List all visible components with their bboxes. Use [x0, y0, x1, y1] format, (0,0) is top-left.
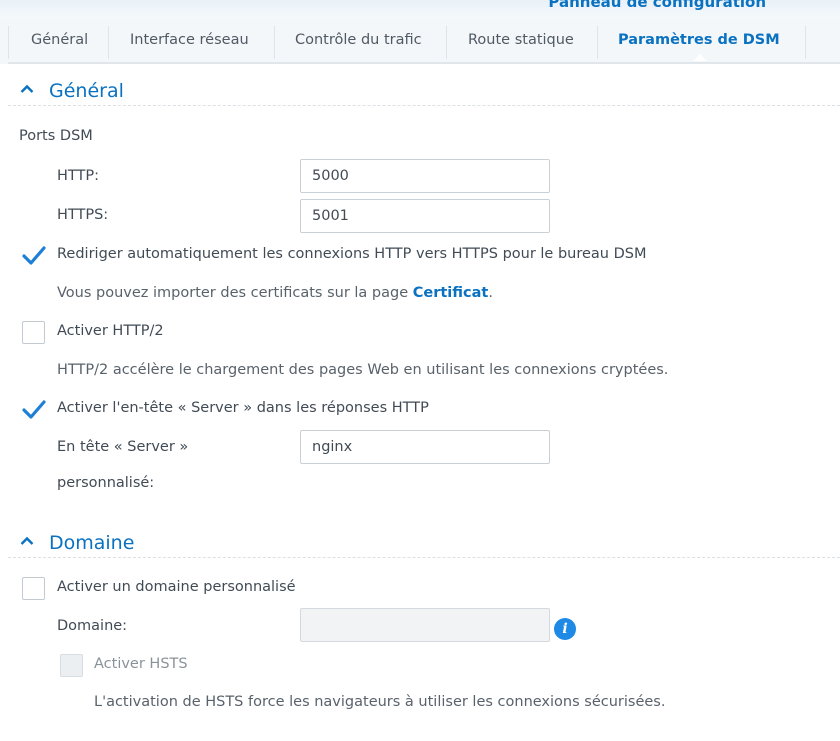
- custom-domain-label[interactable]: Activer un domaine personnalisé: [57, 579, 296, 595]
- tab-separator: [597, 26, 598, 59]
- custom-server-header-label-line2: personnalisé:: [57, 475, 155, 491]
- tab-separator: [805, 26, 806, 59]
- http-port-label: HTTP:: [57, 168, 99, 184]
- section-divider: [8, 557, 840, 558]
- active-tab-pointer: [693, 54, 707, 61]
- tab-separator: [446, 26, 447, 59]
- certificate-note-text: Vous pouvez importer des certificats sur…: [57, 285, 413, 301]
- section-general-title: Général: [49, 80, 124, 102]
- window-titlebar: Panneau de configuration: [0, 0, 840, 18]
- http-port-input[interactable]: [300, 159, 550, 193]
- tab-traffic-control[interactable]: Contrôle du trafic: [295, 18, 422, 62]
- https-port-input[interactable]: [300, 199, 550, 233]
- https-port-label: HTTPS:: [57, 207, 109, 223]
- redirect-https-label[interactable]: Rediriger automatiquement les connexions…: [57, 246, 646, 262]
- domain-label: Domaine:: [57, 618, 128, 634]
- section-domain-header[interactable]: Domaine: [0, 532, 840, 558]
- certificate-note-period: .: [488, 285, 493, 301]
- info-icon[interactable]: i: [554, 618, 576, 640]
- custom-server-header-label-line1: En tête « Server »: [57, 439, 189, 455]
- server-header-label[interactable]: Activer l'en-tête « Server » dans les ré…: [57, 400, 429, 416]
- tab-separator: [8, 26, 9, 59]
- server-header-checkbox[interactable]: [22, 398, 46, 421]
- tab-bar-underline: [8, 62, 840, 64]
- tab-bar: Général Interface réseau Contrôle du tra…: [0, 18, 840, 64]
- domain-input[interactable]: [300, 608, 550, 642]
- custom-domain-checkbox[interactable]: [22, 577, 45, 600]
- http2-note: HTTP/2 accélère le chargement des pages …: [57, 362, 669, 378]
- section-divider: [8, 105, 840, 106]
- certificate-link[interactable]: Certificat: [413, 285, 489, 301]
- custom-server-header-input[interactable]: [300, 430, 550, 464]
- tab-static-route[interactable]: Route statique: [468, 18, 574, 62]
- tab-network-interface[interactable]: Interface réseau: [130, 18, 249, 62]
- checkmark-icon: [22, 400, 46, 419]
- http2-label[interactable]: Activer HTTP/2: [57, 323, 164, 339]
- http2-checkbox[interactable]: [22, 321, 45, 344]
- hsts-note: L'activation de HSTS force les navigateu…: [94, 694, 666, 710]
- window-title: Panneau de configuration: [548, 0, 766, 11]
- redirect-https-checkbox[interactable]: [22, 244, 46, 267]
- dsm-ports-label: Ports DSM: [19, 128, 93, 144]
- tab-general[interactable]: Général: [31, 18, 88, 62]
- section-domain-title: Domaine: [49, 532, 135, 554]
- hsts-checkbox[interactable]: [60, 654, 83, 677]
- checkmark-icon: [22, 246, 46, 265]
- tab-separator: [108, 26, 109, 59]
- chevron-up-icon[interactable]: [20, 84, 34, 94]
- certificate-note: Vous pouvez importer des certificats sur…: [57, 285, 493, 301]
- tab-separator: [274, 26, 275, 59]
- chevron-up-icon[interactable]: [20, 536, 34, 546]
- section-general-header[interactable]: Général: [0, 80, 840, 106]
- hsts-label[interactable]: Activer HSTS: [94, 656, 188, 672]
